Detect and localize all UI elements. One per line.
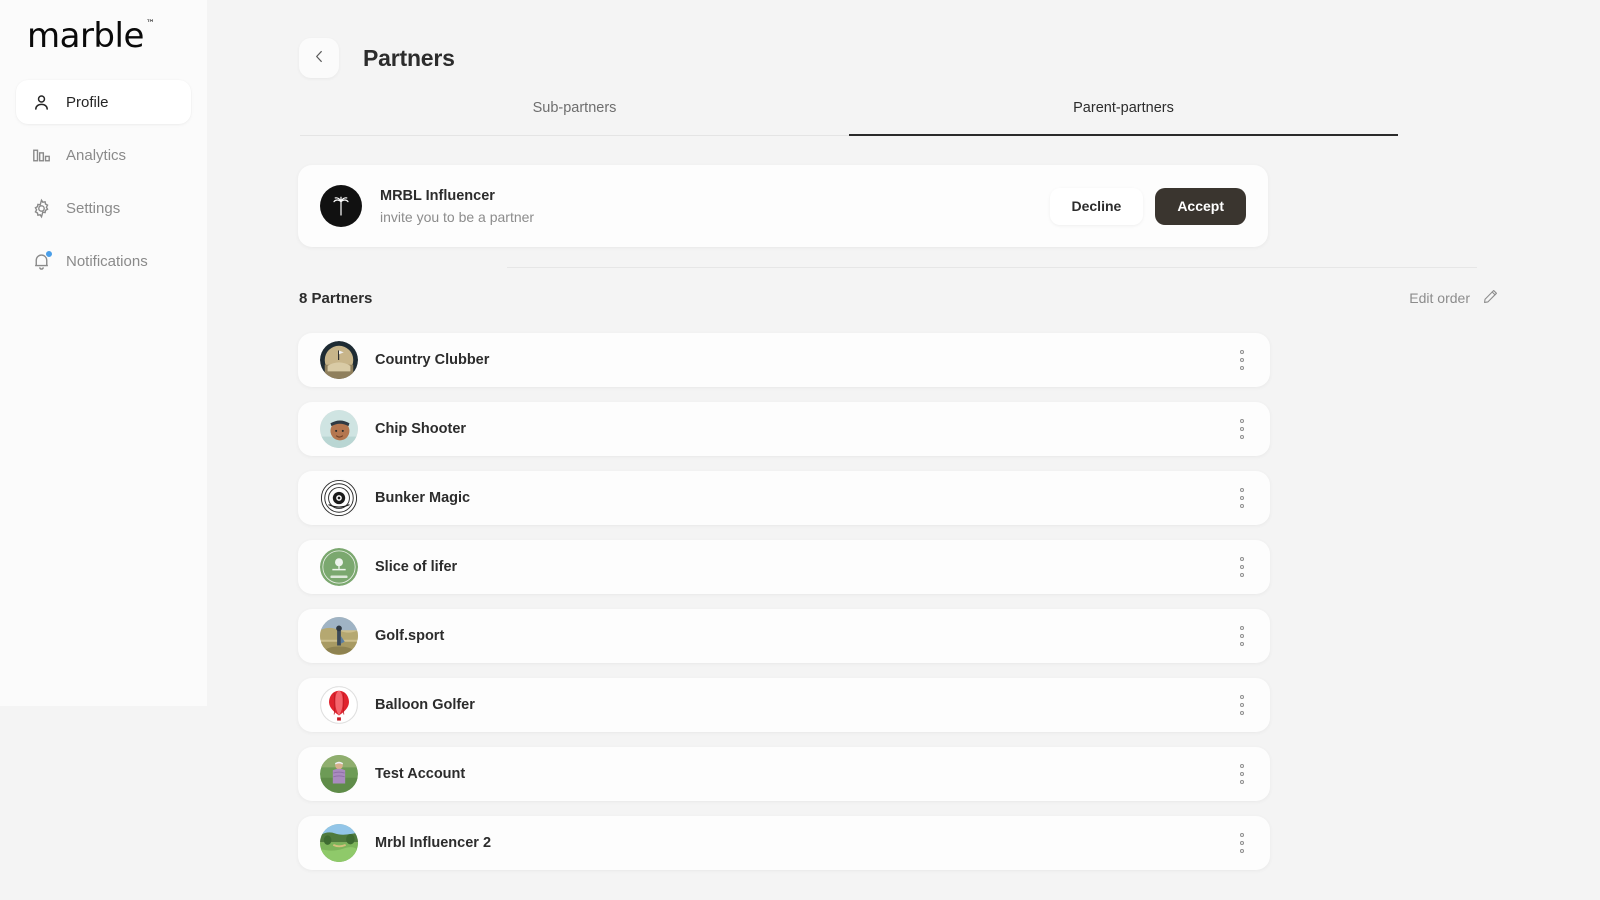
partner-name: Chip Shooter <box>375 421 466 437</box>
partner-list-header: 8 Partners Edit order <box>299 288 1499 308</box>
bell-icon <box>30 250 52 272</box>
pencil-icon <box>1482 288 1499 308</box>
page-title: Partners <box>363 45 455 72</box>
sidebar-item-label: Analytics <box>66 147 126 164</box>
partner-name: Bunker Magic <box>375 490 470 506</box>
invite-text-block: MRBL Influencer invite you to be a partn… <box>380 188 534 225</box>
back-button[interactable] <box>299 38 339 78</box>
sidebar-item-settings[interactable]: Settings <box>16 186 191 230</box>
kebab-menu-icon[interactable] <box>1236 484 1248 512</box>
country-club-crest <box>320 341 358 379</box>
person-on-course <box>320 755 358 793</box>
kebab-menu-icon[interactable] <box>1236 829 1248 857</box>
table-row[interactable]: Mrbl Influencer 2 <box>298 816 1270 870</box>
partner-name: Test Account <box>375 766 465 782</box>
golf-course-scene <box>320 824 358 862</box>
section-divider <box>507 267 1477 268</box>
kebab-menu-icon[interactable] <box>1236 622 1248 650</box>
partner-name: Balloon Golfer <box>375 697 475 713</box>
tab-parent-partners[interactable]: Parent-partners <box>849 100 1398 136</box>
partner-invite-card: MRBL Influencer invite you to be a partn… <box>298 165 1268 247</box>
green-club-badge <box>320 548 358 586</box>
invite-partner-name: MRBL Influencer <box>380 188 534 204</box>
user-icon <box>30 91 52 113</box>
table-row[interactable]: Golf.sport <box>298 609 1270 663</box>
partner-name: Golf.sport <box>375 628 444 644</box>
sidebar: marble ™ Profile <box>0 0 207 706</box>
red-balloon <box>320 686 358 724</box>
sidebar-nav: Profile Analytics <box>0 80 207 283</box>
table-row[interactable]: Bunker Magic <box>298 471 1270 525</box>
bar-chart-icon <box>30 144 52 166</box>
brand-logo[interactable]: marble ™ <box>0 0 207 72</box>
sidebar-item-label: Notifications <box>66 253 148 270</box>
bunker-badge <box>320 479 358 517</box>
sidebar-item-analytics[interactable]: Analytics <box>16 133 191 177</box>
kebab-menu-icon[interactable] <box>1236 346 1248 374</box>
partner-name: Country Clubber <box>375 352 489 368</box>
gear-icon <box>30 197 52 219</box>
table-row[interactable]: Country Clubber <box>298 333 1270 387</box>
app-root: marble ™ Profile <box>0 0 1600 900</box>
sidebar-item-notifications[interactable]: Notifications <box>16 239 191 283</box>
partner-count-label: 8 Partners <box>299 290 372 307</box>
partner-name: Slice of lifer <box>375 559 457 575</box>
kebab-menu-icon[interactable] <box>1236 553 1248 581</box>
table-row[interactable]: Balloon Golfer <box>298 678 1270 732</box>
accept-button[interactable]: Accept <box>1155 188 1246 225</box>
page-header: Partners <box>299 38 455 78</box>
tab-sub-partners[interactable]: Sub-partners <box>300 100 849 136</box>
table-row[interactable]: Slice of lifer <box>298 540 1270 594</box>
golfer-portrait <box>320 410 358 448</box>
edit-order-button[interactable]: Edit order <box>1409 288 1499 308</box>
tab-bar: Sub-partners Parent-partners <box>300 100 1398 136</box>
main-content: Partners Sub-partners Parent-partners MR… <box>207 0 1600 900</box>
kebab-menu-icon[interactable] <box>1236 760 1248 788</box>
partner-list: Country Clubber Chip Shooter Bunker Magi… <box>298 333 1270 885</box>
brand-name: marble <box>27 16 144 56</box>
sidebar-item-label: Settings <box>66 200 120 217</box>
partner-name: Mrbl Influencer 2 <box>375 835 491 851</box>
trademark-symbol: ™ <box>146 20 155 29</box>
table-row[interactable]: Chip Shooter <box>298 402 1270 456</box>
chevron-left-icon <box>311 48 328 68</box>
sidebar-item-label: Profile <box>66 94 109 111</box>
sidebar-item-profile[interactable]: Profile <box>16 80 191 124</box>
invite-actions: Decline Accept <box>1050 188 1247 225</box>
table-row[interactable]: Test Account <box>298 747 1270 801</box>
kebab-menu-icon[interactable] <box>1236 691 1248 719</box>
golfer-landscape <box>320 617 358 655</box>
invite-subtitle: invite you to be a partner <box>380 209 534 225</box>
kebab-menu-icon[interactable] <box>1236 415 1248 443</box>
decline-button[interactable]: Decline <box>1050 188 1144 225</box>
notification-badge <box>45 250 53 258</box>
edit-order-label: Edit order <box>1409 290 1470 306</box>
palm-tree-avatar <box>320 185 362 227</box>
